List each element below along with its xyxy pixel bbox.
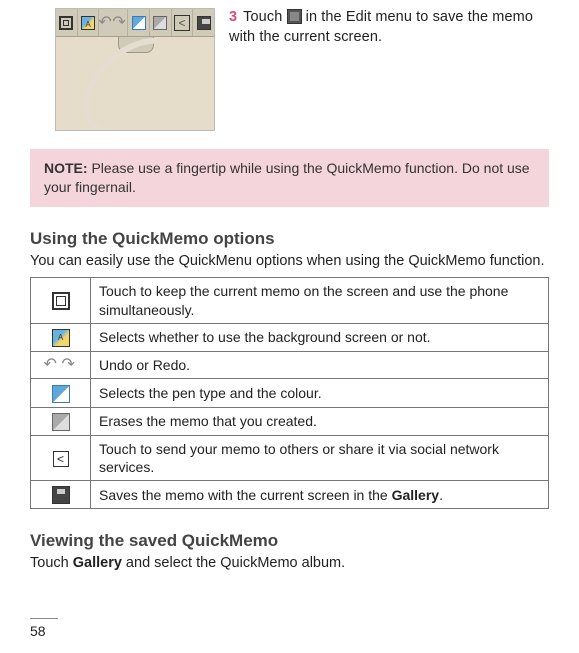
section-intro-options: You can easily use the QuickMenu options…	[30, 252, 549, 272]
note-label: NOTE:	[44, 160, 88, 176]
table-row: Touch to send your memo to others or sha…	[31, 435, 549, 480]
table-row: Saves the memo with the current screen i…	[31, 481, 549, 509]
table-row: Selects the pen type and the colour.	[31, 379, 549, 407]
note-box: NOTE: Please use a fingertip while using…	[30, 149, 549, 207]
undo-redo-tool-icon	[99, 9, 128, 36]
section-heading-viewing: Viewing the saved QuickMemo	[30, 531, 549, 551]
overlay-icon	[31, 278, 91, 323]
option-desc: Undo or Redo.	[91, 352, 549, 379]
option-desc: Selects whether to use the background sc…	[91, 323, 549, 351]
background-tool-icon: A	[78, 9, 100, 36]
overlay-tool-icon	[56, 9, 78, 36]
table-row: Undo or Redo.	[31, 352, 549, 379]
table-row: Erases the memo that you created.	[31, 407, 549, 435]
section-text-viewing: Touch Gallery and select the QuickMemo a…	[30, 554, 549, 574]
option-desc: Erases the memo that you created.	[91, 407, 549, 435]
memo-screenshot: A ︿	[55, 8, 215, 131]
table-row: Touch to keep the current memo on the sc…	[31, 278, 549, 323]
share-icon	[31, 435, 91, 480]
save-icon	[287, 9, 302, 24]
eraser-icon	[31, 407, 91, 435]
option-desc: Selects the pen type and the colour.	[91, 379, 549, 407]
erase-tool-icon	[150, 9, 172, 36]
memo-toolbar: A	[56, 9, 214, 37]
step-text-before: Touch	[243, 9, 286, 25]
section-heading-options: Using the QuickMemo options	[30, 229, 549, 249]
step-instruction: 3Touch in the Edit menu to save the memo…	[229, 8, 549, 131]
pen-tool-icon	[128, 9, 150, 36]
options-table: Touch to keep the current memo on the sc…	[30, 277, 549, 509]
save-table-icon	[31, 481, 91, 509]
save-tool-icon	[193, 9, 214, 36]
background-icon: A	[31, 323, 91, 351]
option-desc: Saves the memo with the current screen i…	[91, 481, 549, 509]
step-number: 3	[229, 9, 237, 25]
option-desc: Touch to send your memo to others or sha…	[91, 435, 549, 480]
table-row: A Selects whether to use the background …	[31, 323, 549, 351]
share-tool-icon	[172, 9, 194, 36]
page-number: 58	[30, 618, 58, 639]
undo-redo-icon	[31, 352, 91, 379]
option-desc: Touch to keep the current memo on the sc…	[91, 278, 549, 323]
note-text: Please use a fingertip while using the Q…	[44, 160, 530, 195]
pen-icon	[31, 379, 91, 407]
